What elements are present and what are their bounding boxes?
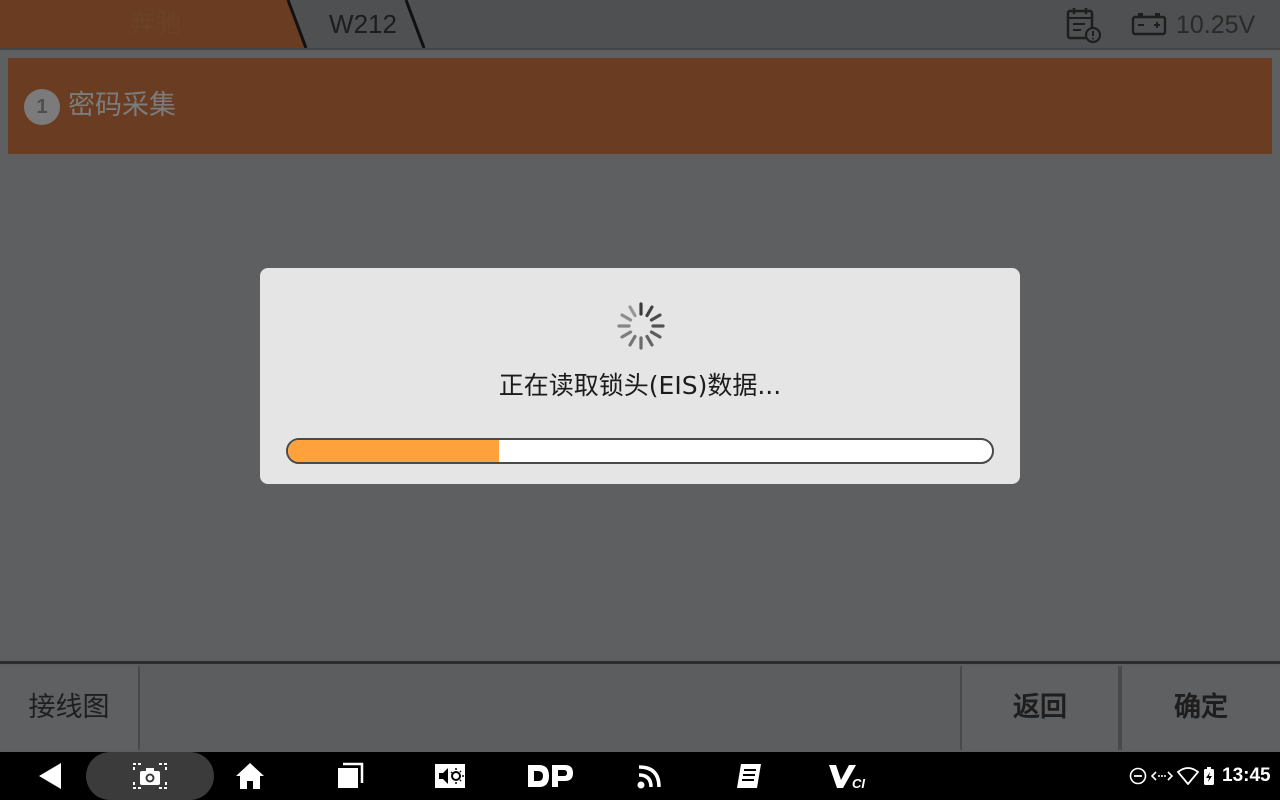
home-icon[interactable] <box>230 752 270 800</box>
manual-icon[interactable] <box>730 752 770 800</box>
wireless-icon[interactable] <box>630 752 670 800</box>
dnd-icon <box>1128 752 1148 800</box>
calendar-alert-icon[interactable] <box>1065 6 1103 44</box>
step-number-badge: 1 <box>24 89 60 125</box>
step-title: 密码采集 <box>68 90 176 121</box>
status-clock: 13:45 <box>1222 765 1271 786</box>
progress-bar-fill <box>288 440 500 462</box>
vci-icon[interactable]: CI <box>824 752 876 800</box>
screenshot-icon[interactable] <box>130 752 170 800</box>
battery-icon <box>1131 13 1167 36</box>
back-button[interactable]: 返回 <box>960 666 1120 750</box>
step-banner <box>8 58 1272 154</box>
loading-spinner-icon <box>617 302 665 350</box>
recents-icon[interactable] <box>330 752 370 800</box>
breadcrumb-item-model[interactable]: W212 <box>318 6 408 42</box>
wiring-diagram-button[interactable]: 接线图 <box>0 666 140 750</box>
svg-text:CI: CI <box>852 776 865 790</box>
battery-charging-icon <box>1201 752 1217 800</box>
volume-brightness-icon[interactable] <box>430 752 470 800</box>
battery-voltage: 10.25V <box>1176 11 1256 39</box>
wifi-icon <box>1176 752 1200 800</box>
data-transfer-icon <box>1150 752 1174 800</box>
confirm-button[interactable]: 确定 <box>1120 666 1280 750</box>
top-bar: 奔驰 W212 10.25V <box>0 0 1280 48</box>
progress-dialog: 正在读取锁头(EIS)数据... <box>260 268 1020 484</box>
breadcrumb-item-brand[interactable]: 奔驰 <box>0 6 310 42</box>
back-icon[interactable] <box>28 752 72 800</box>
dialog-message: 正在读取锁头(EIS)数据... <box>498 371 782 400</box>
progress-bar <box>286 438 994 464</box>
dp-icon[interactable] <box>524 752 576 800</box>
